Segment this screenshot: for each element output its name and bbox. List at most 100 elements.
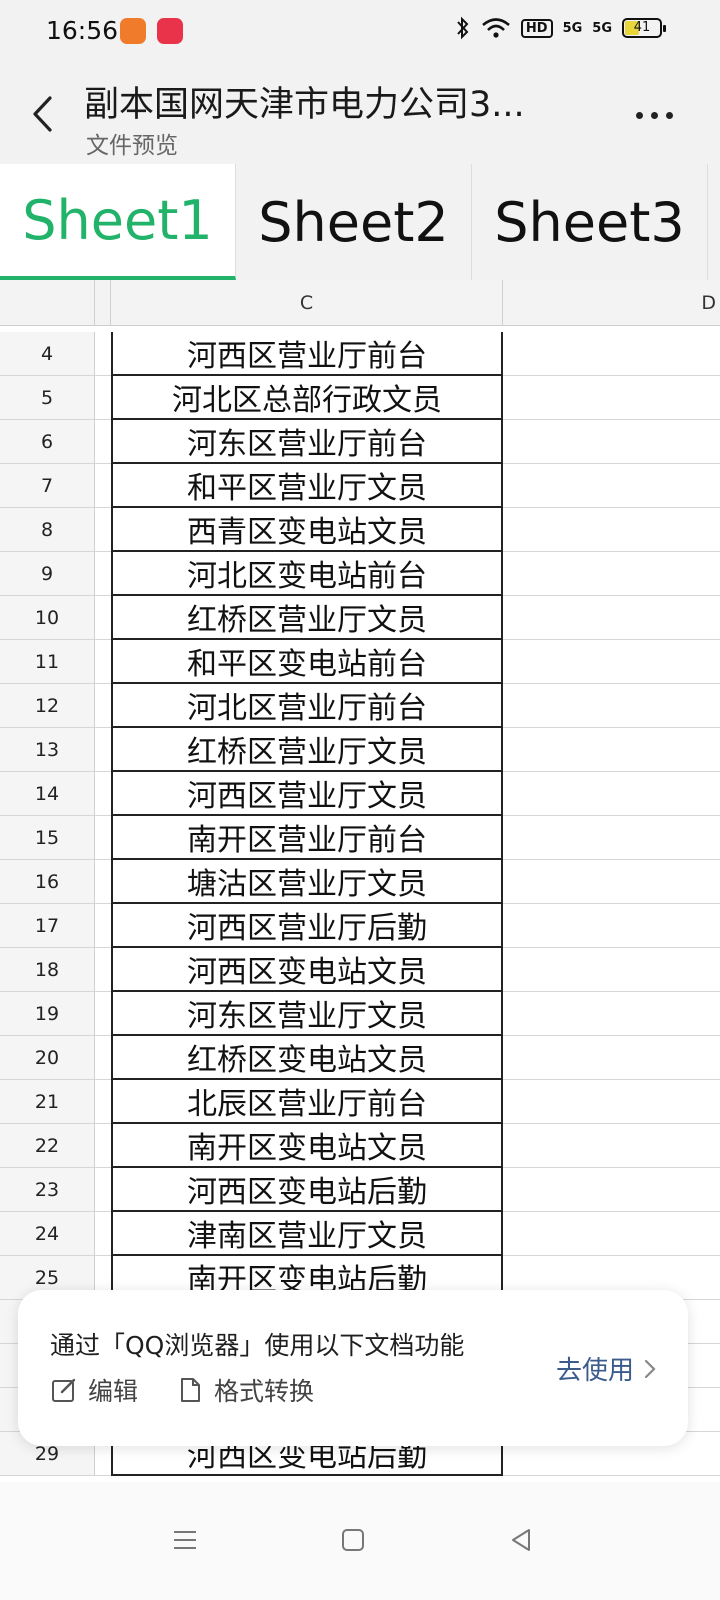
- cell-d[interactable]: [503, 992, 720, 1036]
- cell-c[interactable]: 红桥区营业厅文员: [111, 596, 503, 640]
- column-header-c[interactable]: C: [111, 280, 503, 326]
- cell-d[interactable]: [503, 816, 720, 860]
- row-number[interactable]: 21: [0, 1080, 95, 1124]
- row-number[interactable]: 5: [0, 376, 95, 420]
- bluetooth-icon: [457, 16, 469, 40]
- table-row: 6 河东区营业厅前台: [0, 420, 720, 464]
- frozen-cell[interactable]: [95, 860, 111, 904]
- cell-c[interactable]: 南开区变电站文员: [111, 1124, 503, 1168]
- cell-c[interactable]: 河西区变电站后勤: [111, 1168, 503, 1212]
- cell-d[interactable]: [503, 904, 720, 948]
- frozen-cell[interactable]: [95, 904, 111, 948]
- cell-c[interactable]: 河北区总部行政文员: [111, 376, 503, 420]
- cell-d[interactable]: [503, 508, 720, 552]
- menu-nav-button[interactable]: [157, 1512, 213, 1568]
- cell-d[interactable]: [503, 332, 720, 376]
- row-number[interactable]: 18: [0, 948, 95, 992]
- frozen-cell[interactable]: [95, 948, 111, 992]
- cell-c[interactable]: 北辰区营业厅前台: [111, 1080, 503, 1124]
- frozen-cell[interactable]: [95, 728, 111, 772]
- cell-c[interactable]: 河西区营业厅文员: [111, 772, 503, 816]
- frozen-cell[interactable]: [95, 1168, 111, 1212]
- cell-d[interactable]: [503, 1080, 720, 1124]
- frozen-cell[interactable]: [95, 640, 111, 684]
- cell-c[interactable]: 西青区变电站文员: [111, 508, 503, 552]
- cell-c[interactable]: 红桥区营业厅文员: [111, 728, 503, 772]
- row-number[interactable]: 16: [0, 860, 95, 904]
- frozen-cell[interactable]: [95, 684, 111, 728]
- frozen-cell[interactable]: [95, 1036, 111, 1080]
- row-number[interactable]: 11: [0, 640, 95, 684]
- tab-sheet2[interactable]: Sheet2: [236, 164, 472, 280]
- cell-d[interactable]: [503, 464, 720, 508]
- row-number[interactable]: 13: [0, 728, 95, 772]
- cell-d[interactable]: [503, 728, 720, 772]
- frozen-cell[interactable]: [95, 772, 111, 816]
- cell-c[interactable]: 津南区营业厅文员: [111, 1212, 503, 1256]
- frozen-cell[interactable]: [95, 464, 111, 508]
- frozen-cell[interactable]: [95, 332, 111, 376]
- cell-c[interactable]: 河北区营业厅前台: [111, 684, 503, 728]
- more-options-button[interactable]: [624, 90, 684, 140]
- frozen-cell[interactable]: [95, 508, 111, 552]
- frozen-cell[interactable]: [95, 596, 111, 640]
- row-number[interactable]: 9: [0, 552, 95, 596]
- frozen-cell[interactable]: [95, 376, 111, 420]
- row-number[interactable]: 4: [0, 332, 95, 376]
- cell-c[interactable]: 河北区变电站前台: [111, 552, 503, 596]
- frozen-cell[interactable]: [95, 552, 111, 596]
- frozen-cell[interactable]: [95, 992, 111, 1036]
- cell-c[interactable]: 和平区变电站前台: [111, 640, 503, 684]
- cell-d[interactable]: [503, 772, 720, 816]
- cell-d[interactable]: [503, 376, 720, 420]
- cell-d[interactable]: [503, 420, 720, 464]
- cell-d[interactable]: [503, 1124, 720, 1168]
- back-button[interactable]: [22, 86, 62, 142]
- row-number[interactable]: 24: [0, 1212, 95, 1256]
- cell-c[interactable]: 和平区营业厅文员: [111, 464, 503, 508]
- cell-c[interactable]: 河东区营业厅文员: [111, 992, 503, 1036]
- cell-d[interactable]: [503, 860, 720, 904]
- row-number[interactable]: 23: [0, 1168, 95, 1212]
- tab-sheet1[interactable]: Sheet1: [0, 164, 236, 280]
- row-number[interactable]: 7: [0, 464, 95, 508]
- edit-action[interactable]: 编辑: [50, 1372, 138, 1408]
- cell-d[interactable]: [503, 1168, 720, 1212]
- cell-d[interactable]: [503, 948, 720, 992]
- row-number[interactable]: 12: [0, 684, 95, 728]
- cell-d[interactable]: [503, 684, 720, 728]
- format-convert-action[interactable]: 格式转换: [176, 1372, 314, 1408]
- frozen-cell[interactable]: [95, 420, 111, 464]
- row-number[interactable]: 19: [0, 992, 95, 1036]
- row-number[interactable]: 22: [0, 1124, 95, 1168]
- row-number[interactable]: 14: [0, 772, 95, 816]
- home-nav-button[interactable]: [325, 1512, 381, 1568]
- cell-d[interactable]: [503, 596, 720, 640]
- tab-sheet3[interactable]: Sheet3: [472, 164, 708, 280]
- cell-d[interactable]: [503, 1212, 720, 1256]
- cell-d[interactable]: [503, 552, 720, 596]
- cell-c[interactable]: 红桥区变电站文员: [111, 1036, 503, 1080]
- back-nav-button[interactable]: [493, 1512, 549, 1568]
- row-number[interactable]: 6: [0, 420, 95, 464]
- cell-c[interactable]: 南开区营业厅前台: [111, 816, 503, 860]
- go-use-button[interactable]: 去使用: [556, 1350, 656, 1387]
- cell-c[interactable]: 河西区营业厅后勤: [111, 904, 503, 948]
- cell-c[interactable]: 河西区变电站文员: [111, 948, 503, 992]
- row-number[interactable]: 8: [0, 508, 95, 552]
- cell-c[interactable]: 河东区营业厅前台: [111, 420, 503, 464]
- cell-c[interactable]: 塘沽区营业厅文员: [111, 860, 503, 904]
- row-number[interactable]: 17: [0, 904, 95, 948]
- row-number[interactable]: 20: [0, 1036, 95, 1080]
- frozen-cell[interactable]: [95, 1212, 111, 1256]
- row-number[interactable]: 15: [0, 816, 95, 860]
- frozen-cell[interactable]: [95, 1124, 111, 1168]
- row-number[interactable]: 10: [0, 596, 95, 640]
- frozen-cell[interactable]: [95, 1080, 111, 1124]
- cell-c[interactable]: 河西区营业厅前台: [111, 332, 503, 376]
- frozen-cell[interactable]: [95, 816, 111, 860]
- table-row: 8 西青区变电站文员: [0, 508, 720, 552]
- cell-d[interactable]: [503, 640, 720, 684]
- cell-d[interactable]: [503, 1036, 720, 1080]
- column-header-d[interactable]: D: [503, 280, 720, 326]
